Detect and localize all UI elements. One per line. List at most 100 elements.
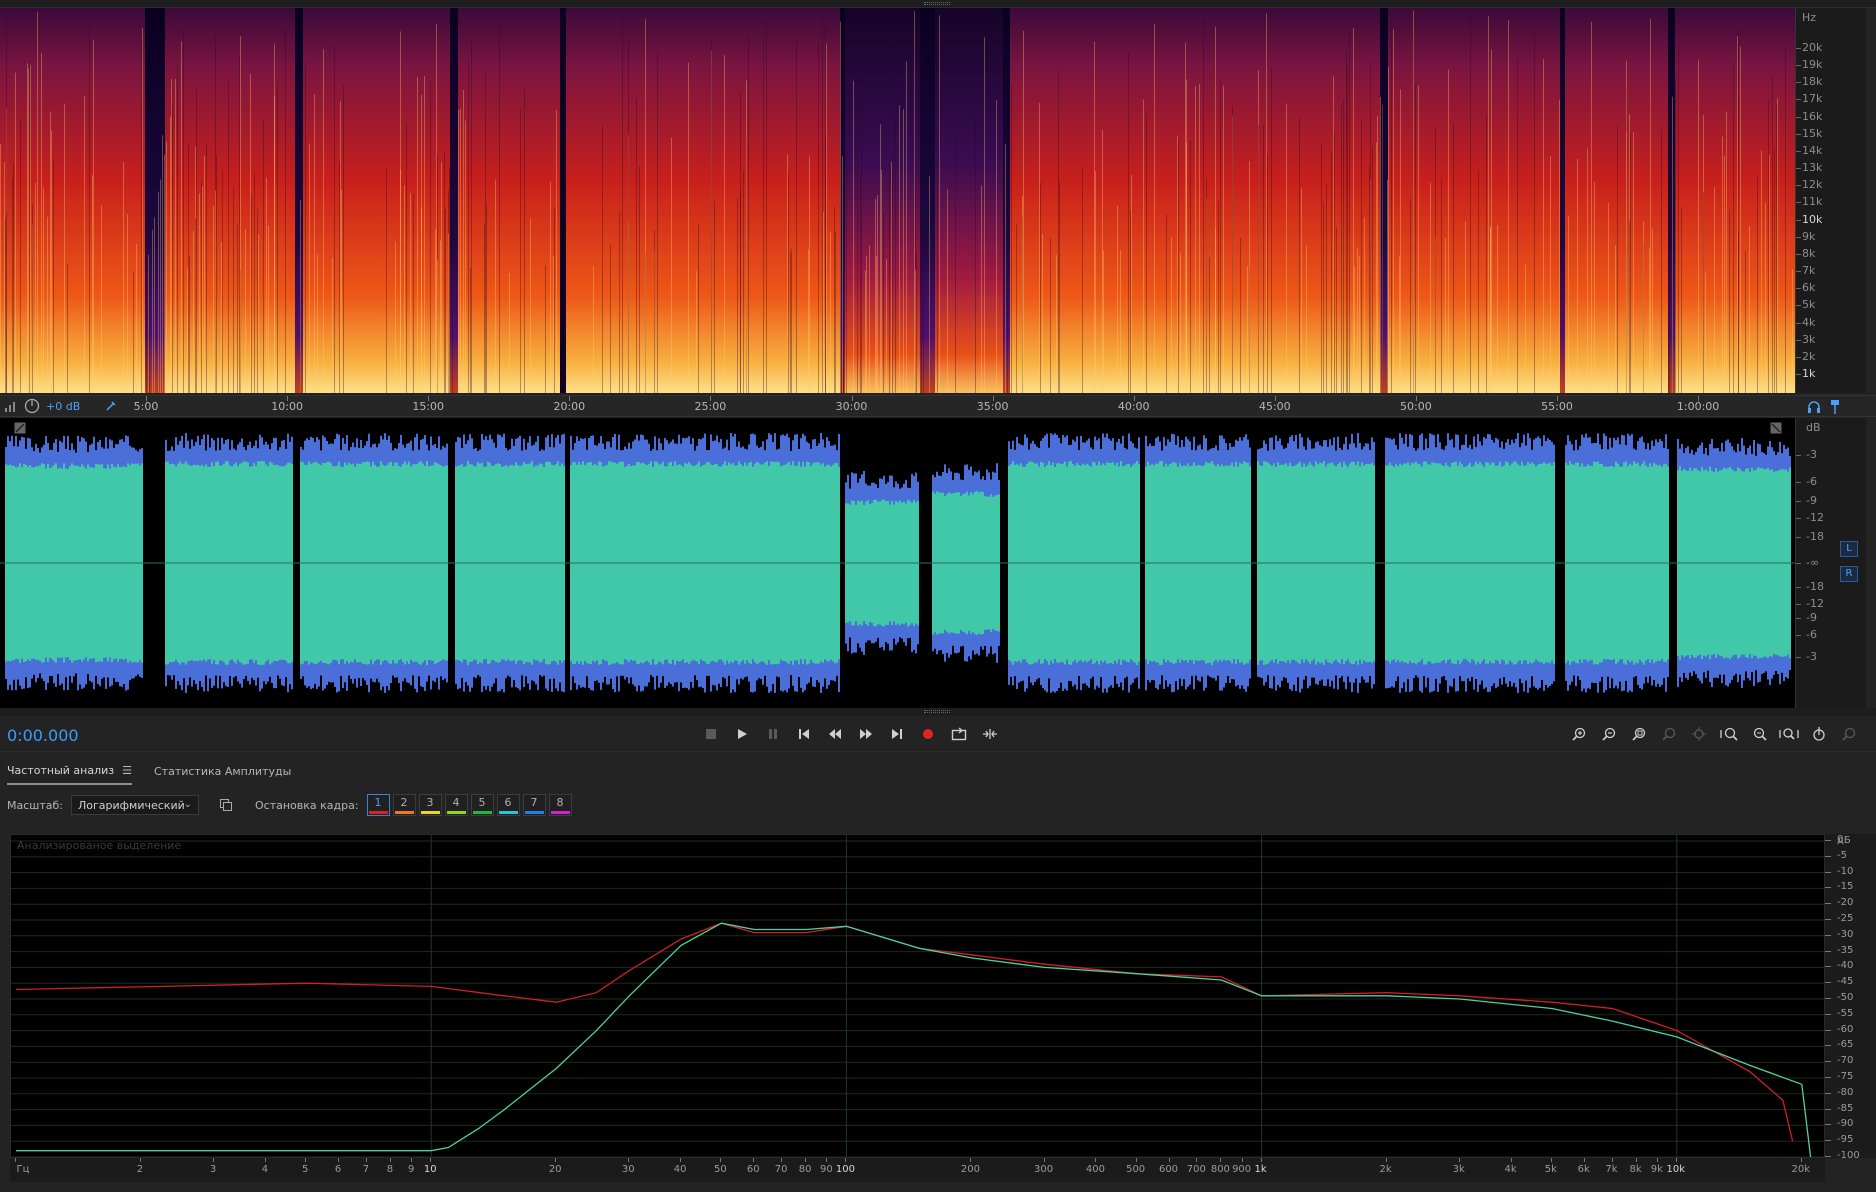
waveform-display[interactable] [0,418,1795,708]
freq-axis-label: 4k [1504,1164,1517,1175]
spectrogram-canvas[interactable] [0,8,1795,393]
zoom-reset-amplitude-button[interactable] [1628,723,1650,745]
pause-icon [769,729,777,739]
headphones-icon[interactable] [1806,399,1822,415]
hz-tick-label: 12k [1802,178,1823,192]
record-icon [923,729,933,739]
hz-tick-label: 3k [1802,332,1816,346]
tab-label: Статистика Амплитуды [153,764,292,778]
db-axis-tick [1825,1013,1831,1015]
amplitude-ruler: dB L R -3 -6 -9 -12 -18 -∞ -18 -12 -9 -6 -3 [1795,418,1866,708]
current-time[interactable]: 0:00.000 [7,726,79,745]
db-unit-label: dB [1806,421,1821,434]
freq-axis-label: 90 [820,1164,833,1175]
hz-tick [1796,219,1801,221]
db-tick-label: -12 [1806,597,1824,610]
resize-grip[interactable] [924,710,950,713]
waveform-canvas[interactable] [0,418,1795,708]
top-resize-strip[interactable] [0,0,1876,8]
marker-pin-icon[interactable] [1828,399,1842,415]
zoom-to-cursor-button[interactable] [1688,723,1710,745]
hz-tick-label: 13k [1802,161,1823,175]
zoom-in-amplitude-button[interactable] [1568,723,1590,745]
hz-tick-label: 16k [1802,109,1823,123]
db-tick [1796,501,1801,502]
play-button[interactable] [731,723,753,745]
db-axis-label: -60 [1837,1023,1854,1035]
zoom-out-full-button[interactable] [1778,723,1800,745]
db-axis-label: -40 [1837,960,1854,972]
zoom-disabled-button[interactable] [1838,723,1860,745]
db-tick [1796,455,1801,456]
db-axis-tick [1825,1108,1831,1110]
zoom-out-amplitude-button[interactable] [1598,723,1620,745]
hz-tick-label: 20k [1802,41,1823,54]
resize-grip[interactable] [924,2,950,5]
zoom-in-amplitude-icon [1572,727,1586,741]
panel-menu-icon[interactable]: ☰ [122,764,132,777]
zoom-playhead-button[interactable] [1808,723,1830,745]
hz-tick-label: 6k [1802,281,1816,295]
freq-axis-label: Гц [16,1164,30,1175]
timeline-label: 1:00:00 [1676,400,1720,413]
spectral-display[interactable] [0,8,1795,393]
copy-icon[interactable] [219,798,233,812]
horizontal-scrollbar[interactable] [0,708,1876,716]
freeze-frame-8[interactable]: 8 [548,794,572,816]
zoom-selection-button[interactable] [1658,723,1680,745]
skip-selection-button[interactable] [979,723,1001,745]
expand-icon[interactable] [1770,422,1782,434]
timeline-label: 45:00 [1258,400,1291,413]
db-axis-label: -95 [1837,1134,1854,1146]
freeze-frame-5[interactable]: 5 [470,794,494,816]
freeze-frame-color [420,811,440,814]
zoom-out-full-icon [1779,728,1799,740]
zoom-in-left-button[interactable] [1718,723,1740,745]
stop-button[interactable] [700,723,722,745]
zoom-in-time-button[interactable] [1748,723,1770,745]
zoom-fit-icon[interactable] [14,422,26,434]
volume-value[interactable]: +0 dB [46,400,80,413]
hz-tick-label: 1k [1802,367,1816,380]
freq-axis-tick [1550,1158,1552,1162]
freeze-frame-4[interactable]: 4 [444,794,468,816]
channel-left-button[interactable]: L [1840,541,1858,557]
go-to-start-button[interactable] [793,723,815,745]
freq-axis-label: 30 [621,1164,635,1175]
freq-axis-tick [139,1158,141,1162]
channel-right-button[interactable]: R [1840,566,1858,582]
db-axis-label: -50 [1837,992,1854,1003]
db-axis-tick [1825,840,1831,841]
record-button[interactable] [917,723,939,745]
hz-tick [1796,82,1801,84]
rewind-button[interactable] [824,723,846,745]
freq-axis-tick [411,1158,413,1162]
scale-dropdown[interactable]: Логарифмический ⌄ [70,795,199,815]
pin-icon[interactable] [104,399,118,413]
pause-button[interactable] [762,723,784,745]
freq-axis-label: 800 [1210,1164,1230,1175]
frequency-spectrum-plot[interactable]: Анализированое выделение [10,834,1825,1158]
volume-knob-icon[interactable] [24,398,40,414]
db-axis-label: -55 [1837,1007,1854,1019]
loop-button[interactable] [948,723,970,745]
freq-axis-tick [1800,1158,1802,1162]
level-meter-icon[interactable] [4,399,18,413]
freeze-frame-2[interactable]: 2 [392,794,416,816]
tab-amplitude-statistics[interactable]: Статистика Амплитуды [154,759,291,784]
timeline-tick [1415,396,1417,401]
freeze-frame-1[interactable]: 1 [366,794,390,816]
hz-tick [1796,236,1801,238]
freq-axis-label: 500 [1126,1164,1146,1175]
freeze-frame-3[interactable]: 3 [418,794,442,816]
db-tick-label: -18 [1806,530,1824,543]
spectrum-series-2 [16,922,1812,1158]
go-to-end-button[interactable] [886,723,908,745]
db-tick-label: -9 [1806,494,1817,507]
freeze-frame-7[interactable]: 7 [522,794,546,816]
tab-frequency-analysis[interactable]: Частотный анализ ☰ [7,758,132,785]
fast-forward-button[interactable] [855,723,877,745]
timeline-ruler[interactable]: +0 dB 5:00 10:00 15:00 20:00 25:00 30:00 35:00… [0,395,1876,417]
hz-tick [1796,253,1801,255]
freeze-frame-6[interactable]: 6 [496,794,520,816]
